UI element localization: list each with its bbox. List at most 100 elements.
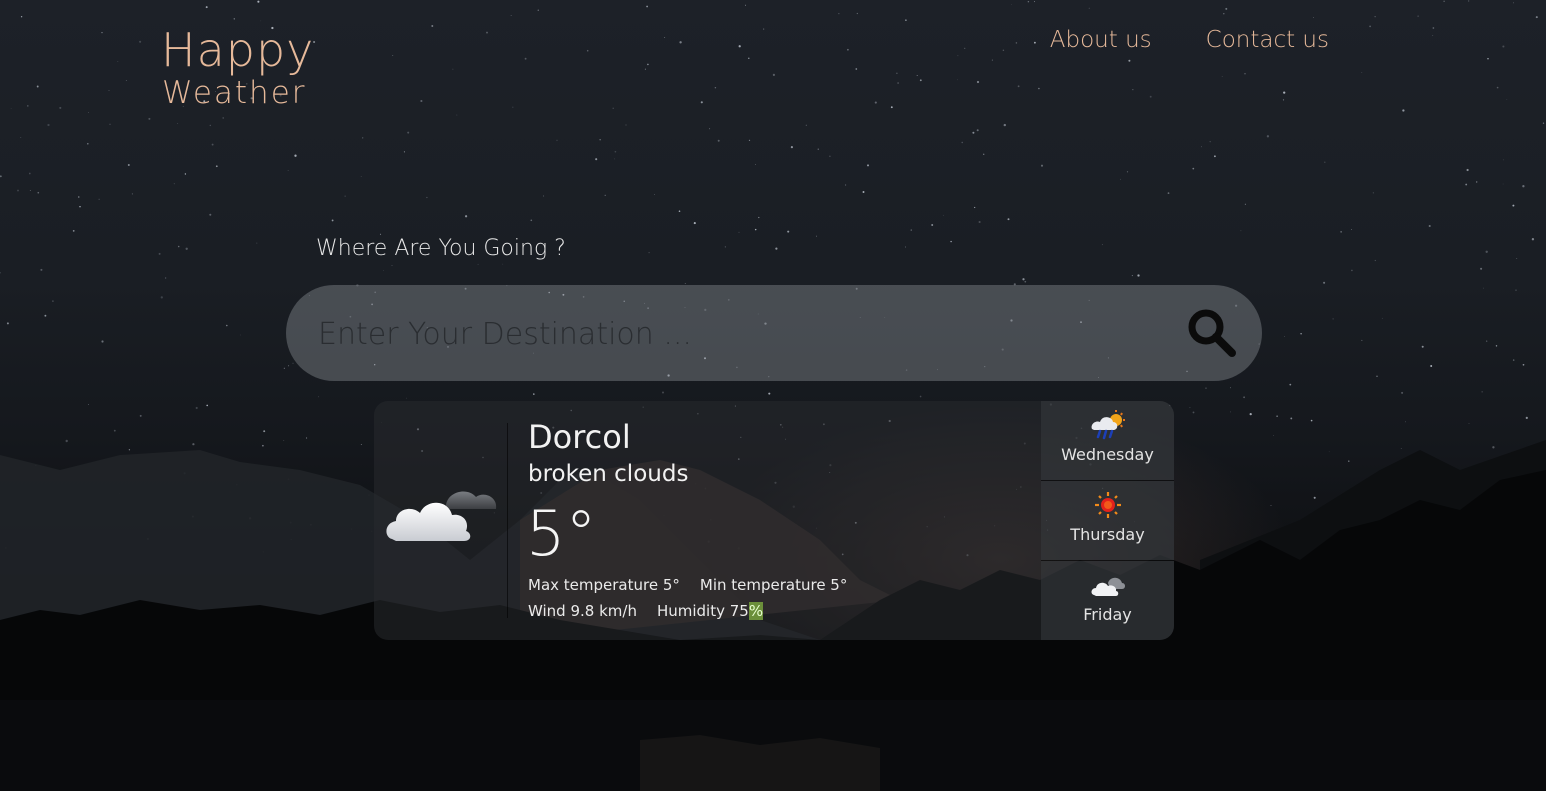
star	[931, 224, 934, 226]
star	[456, 114, 458, 116]
star	[139, 40, 142, 43]
star	[1040, 164, 1044, 167]
forecast-day-name: Thursday	[1070, 525, 1145, 544]
star	[1034, 1, 1035, 3]
star	[745, 4, 746, 6]
star	[426, 196, 428, 199]
star	[331, 219, 334, 222]
star	[1240, 230, 1242, 232]
star	[748, 57, 750, 60]
star	[1126, 171, 1129, 173]
star	[158, 252, 161, 255]
star	[1332, 318, 1334, 320]
forecast-separator	[1041, 560, 1174, 561]
star	[379, 233, 382, 235]
star	[40, 268, 43, 271]
star	[177, 122, 179, 124]
star	[1465, 183, 1468, 186]
star	[1007, 218, 1010, 221]
star	[1017, 85, 1020, 88]
star	[700, 101, 703, 104]
star	[127, 163, 130, 167]
star	[1468, 423, 1470, 424]
min-temperature: Min temperature 5°	[699, 576, 848, 594]
star	[1485, 250, 1488, 253]
logo-title: Happy	[161, 23, 315, 77]
star	[1351, 269, 1353, 272]
star	[17, 189, 19, 192]
star	[1276, 415, 1278, 417]
star	[1443, 0, 1445, 2]
star	[37, 191, 40, 194]
star	[1495, 345, 1498, 347]
star	[856, 12, 858, 15]
search-button[interactable]	[1184, 305, 1240, 361]
star	[209, 124, 212, 127]
star	[896, 72, 898, 74]
star	[855, 68, 858, 70]
star	[1351, 228, 1353, 230]
destination-search-input[interactable]	[316, 305, 1160, 363]
star	[897, 82, 899, 84]
logo-subtitle: Weather	[162, 75, 307, 111]
star	[1468, 0, 1470, 2]
forecast-day-thursday[interactable]: Thursday	[1041, 481, 1174, 560]
star	[1361, 339, 1363, 341]
star	[1022, 278, 1025, 281]
star	[512, 106, 514, 108]
star	[1230, 387, 1231, 389]
star	[1531, 238, 1535, 241]
star	[625, 124, 627, 126]
forecast-day-wednesday[interactable]: Wednesday	[1041, 401, 1174, 480]
star	[1290, 417, 1293, 420]
star	[88, 111, 90, 113]
forecast-day-friday[interactable]: Friday	[1041, 561, 1174, 640]
star	[477, 263, 479, 265]
star	[510, 15, 512, 16]
star	[288, 365, 290, 367]
star	[185, 247, 188, 250]
star	[1369, 25, 1371, 28]
cloud-sun-icon	[1091, 577, 1125, 596]
rain-sun-icon	[1091, 410, 1125, 440]
star	[131, 193, 133, 195]
star	[406, 397, 407, 399]
star	[648, 251, 650, 254]
star	[890, 106, 893, 109]
wind-humidity: Wind 9.8 km/h Humidity 75%	[528, 601, 764, 621]
star	[407, 131, 410, 134]
forecast-list: Wednesday Thursday Friday	[1041, 401, 1174, 640]
star	[403, 151, 405, 153]
star	[431, 25, 434, 27]
star	[1167, 192, 1170, 194]
star	[662, 391, 664, 394]
logo[interactable]: Happy Weather	[161, 22, 315, 111]
star	[599, 139, 601, 141]
star	[283, 367, 285, 369]
star	[28, 172, 31, 175]
star	[942, 214, 944, 216]
star	[1381, 317, 1383, 319]
star	[211, 143, 214, 146]
star	[306, 437, 308, 439]
star	[205, 6, 208, 9]
nav-link-about-us[interactable]: About us	[1050, 24, 1152, 56]
star	[20, 16, 23, 18]
star	[1283, 91, 1286, 94]
star	[65, 439, 68, 443]
star	[139, 414, 142, 417]
star	[1223, 12, 1225, 15]
star	[972, 131, 975, 134]
star	[738, 231, 740, 233]
broken-clouds-icon	[386, 491, 497, 541]
star	[360, 444, 362, 445]
star	[262, 444, 264, 447]
nav-link-contact-us[interactable]: Contact us	[1206, 24, 1329, 56]
star	[604, 194, 606, 196]
star	[184, 173, 187, 175]
star	[862, 191, 865, 193]
star	[27, 105, 29, 107]
star	[1230, 411, 1231, 413]
star	[1149, 95, 1152, 98]
star	[1015, 42, 1018, 44]
